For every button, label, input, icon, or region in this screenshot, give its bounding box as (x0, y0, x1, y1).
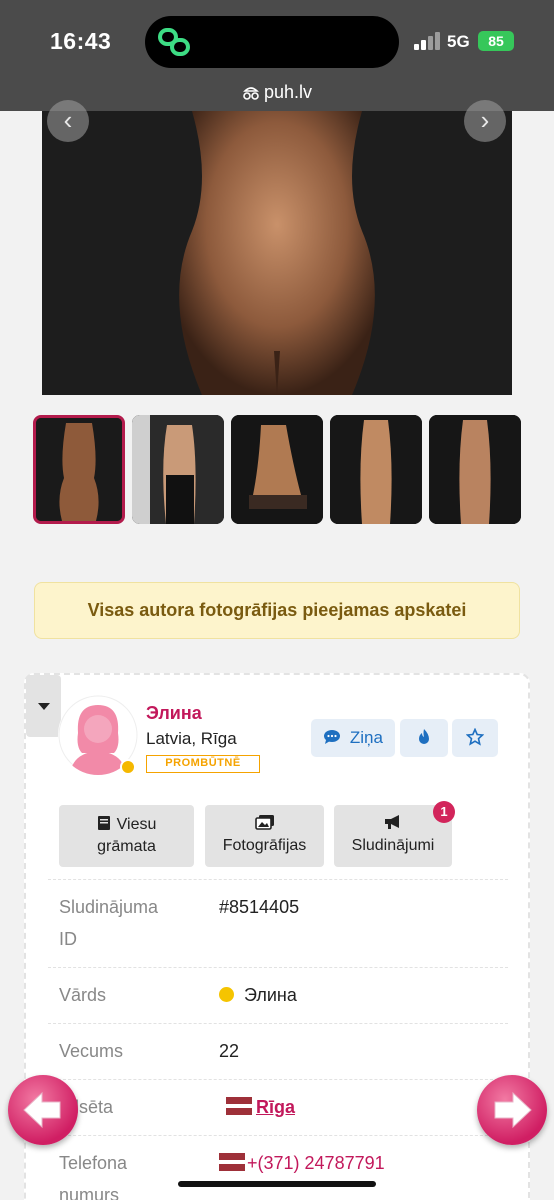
dynamic-island (145, 16, 399, 68)
megaphone-icon (385, 815, 399, 829)
phone-label-line2: numurs (59, 1185, 120, 1200)
status-badge: PROMBŪTNĒ (146, 755, 260, 773)
online-dot (219, 987, 234, 1002)
hot-button[interactable] (400, 719, 448, 757)
images-icon (254, 815, 274, 830)
link-app-icon (158, 28, 190, 56)
ads-count-badge: 1 (433, 801, 455, 823)
clock: 16:43 (50, 28, 112, 54)
home-indicator (178, 1181, 376, 1187)
age-value: 22 (219, 1041, 240, 1061)
thumbnail-1[interactable] (33, 415, 125, 524)
next-profile-button[interactable] (477, 1075, 547, 1145)
gallery-next-button[interactable]: › (464, 100, 506, 142)
book-icon (97, 816, 110, 830)
latvia-flag-icon (219, 1153, 245, 1171)
arrow-right-icon (494, 1091, 532, 1129)
divider (48, 1135, 508, 1136)
photos-notice: Visas autora fotogrāfijas pieejamas apsk… (34, 582, 520, 639)
tab-ads-label: Sludinājumi (351, 837, 435, 854)
phone-number[interactable]: +(371) 24787791 (247, 1153, 385, 1173)
latvia-flag-icon (226, 1097, 252, 1115)
thumbnail-strip (33, 415, 523, 525)
battery-icon: 85 (478, 31, 514, 51)
url-text: puh.lv (263, 82, 313, 102)
divider (48, 1079, 508, 1080)
name-label: Vārds (59, 985, 107, 1005)
tab-guestbook[interactable]: Viesu grāmata (59, 805, 194, 867)
ad-id-label-line2: ID (59, 929, 77, 949)
chevron-right-icon: › (480, 105, 490, 135)
status-bar: 16:43 5G 85 puh.lv (0, 0, 554, 111)
privacy-icon (243, 87, 259, 100)
online-status-dot (120, 759, 136, 775)
main-photo[interactable] (42, 111, 512, 395)
photo-figure (42, 111, 512, 395)
message-button[interactable]: Ziņa (311, 719, 395, 757)
star-icon (465, 727, 485, 746)
network-type: 5G (447, 32, 470, 51)
phone-value[interactable]: +(371) 24787791 (219, 1147, 385, 1179)
phone-label-line1: Telefona (59, 1153, 128, 1173)
fire-icon (419, 729, 429, 744)
name-value: Элина (219, 979, 297, 1011)
tab-guestbook-line1: Viesu (116, 816, 157, 833)
divider (48, 879, 508, 880)
thumbnail-4[interactable] (330, 415, 422, 524)
thumbnail-5[interactable] (429, 415, 521, 524)
signal-icon (414, 32, 442, 50)
thumbnail-2[interactable] (132, 415, 224, 524)
chevron-left-icon: ‹ (63, 105, 73, 135)
city-value[interactable]: Rīga (226, 1091, 295, 1123)
gallery-prev-button[interactable]: ‹ (47, 100, 89, 142)
divider (48, 967, 508, 968)
ad-id-label: Sludinājuma ID (59, 891, 158, 955)
profile-name: Элина (146, 703, 202, 723)
tab-photos[interactable]: Fotogrāfijas (205, 805, 324, 867)
message-label: Ziņa (349, 728, 383, 747)
address-bar[interactable]: puh.lv (0, 82, 554, 103)
favorite-button[interactable] (452, 719, 498, 757)
tab-photos-label: Fotogrāfijas (222, 837, 307, 854)
arrow-left-icon (23, 1091, 61, 1129)
city-link[interactable]: Rīga (256, 1097, 295, 1117)
profile-location: Latvia, Rīga (146, 729, 237, 748)
phone-label: Telefona numurs (59, 1147, 127, 1200)
name-value-text: Элина (244, 985, 297, 1005)
chat-icon (323, 728, 350, 747)
profile-card: Элина Latvia, Rīga PROMBŪTNĒ Ziņa Viesu … (24, 673, 530, 1200)
ad-id-label-line1: Sludinājuma (59, 897, 159, 917)
age-label: Vecums (59, 1041, 124, 1061)
ad-id-value: #8514405 (219, 897, 300, 917)
tab-guestbook-line2: grāmata (97, 838, 156, 855)
tabs-more-dropdown[interactable] (26, 675, 61, 737)
thumbnail-3[interactable] (231, 415, 323, 524)
divider (48, 1023, 508, 1024)
previous-profile-button[interactable] (8, 1075, 78, 1145)
